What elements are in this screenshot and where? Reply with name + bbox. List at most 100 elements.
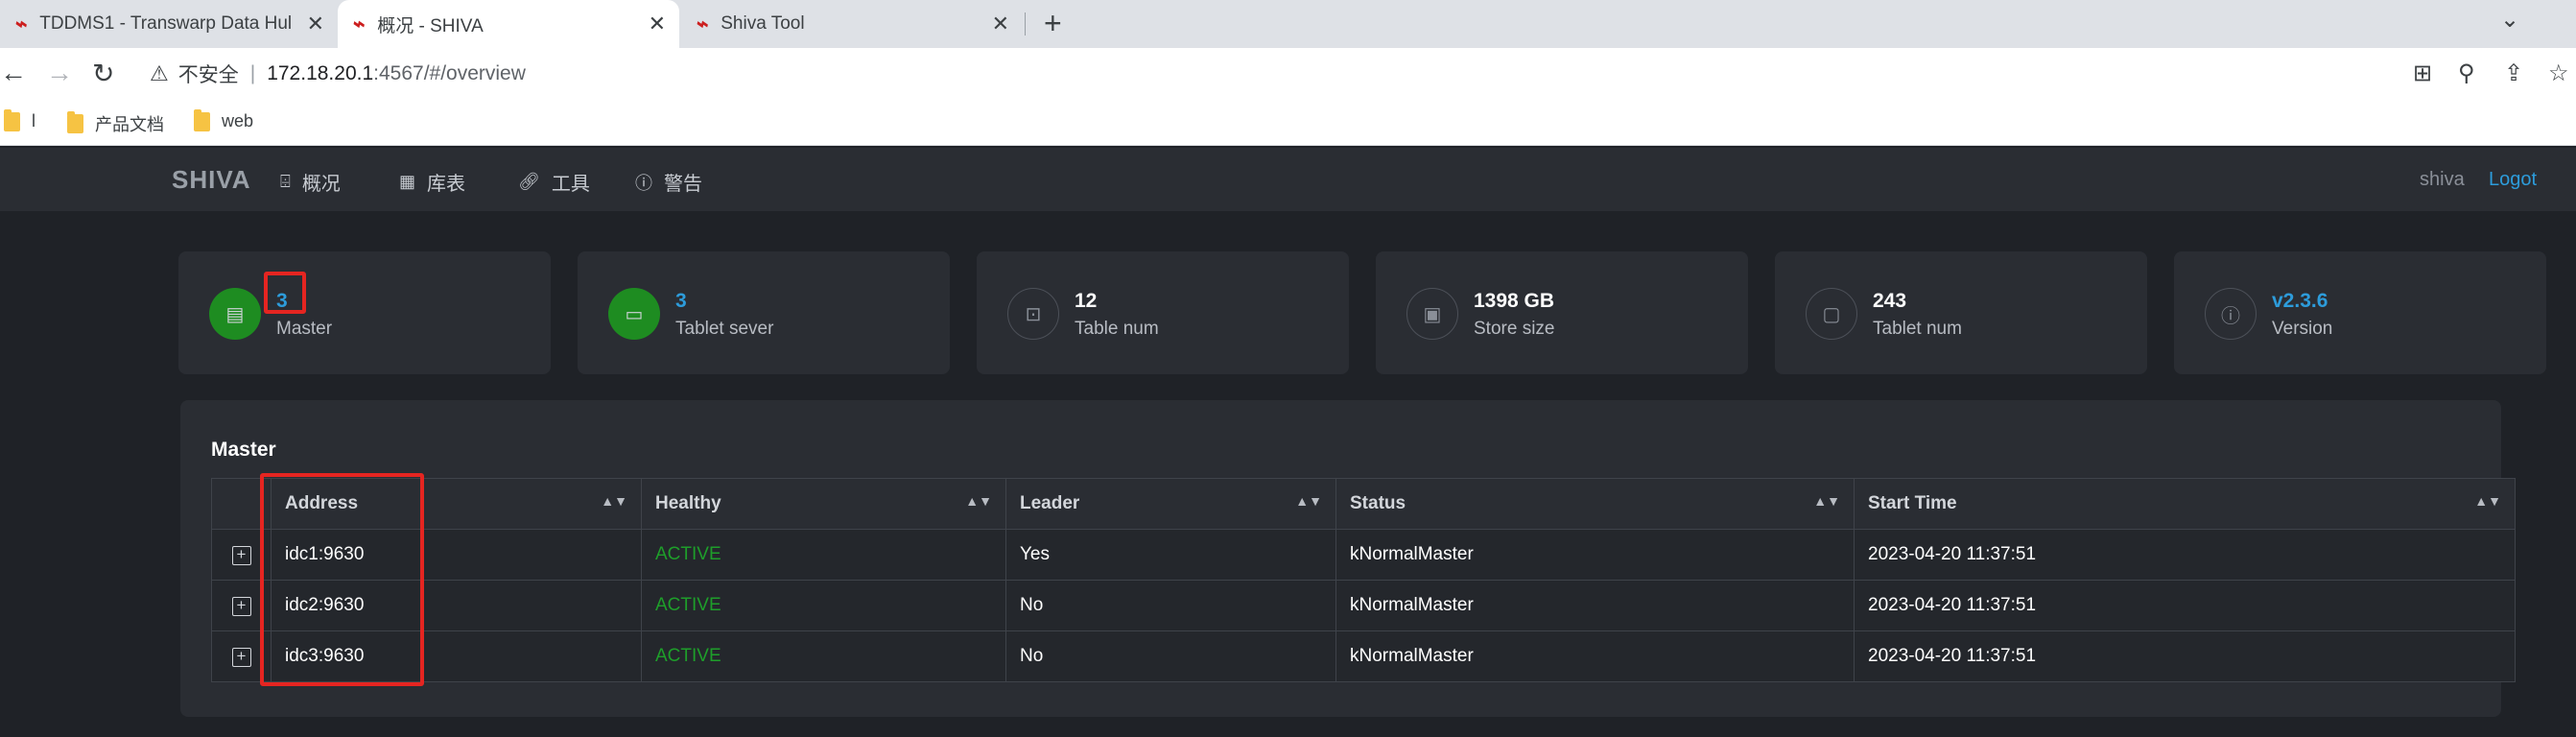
cell-start-time: 2023-04-20 11:37:51 <box>1854 580 2516 631</box>
forward-arrow-icon[interactable]: → <box>46 58 73 88</box>
chevron-down-icon[interactable]: ⌄ <box>2500 6 2519 34</box>
stat-card-tablet-num: ▢ 243 Tablet num <box>1775 251 2147 374</box>
cell-healthy: ACTIVE <box>641 580 1006 631</box>
address-divider: | <box>249 62 256 84</box>
stat-value: 1398 GB <box>1474 290 1555 312</box>
disk-icon: ▣ <box>1406 288 1458 340</box>
table-icon: ⊡ <box>1007 288 1059 340</box>
cell-status: kNormalMaster <box>1335 580 1855 631</box>
sort-icon[interactable]: ▲▼ <box>1295 493 1322 509</box>
sort-icon[interactable]: ▲▼ <box>965 493 992 509</box>
cell-start-time: 2023-04-20 11:37:51 <box>1854 529 2516 581</box>
tablet-icon: ▢ <box>1806 288 1857 340</box>
stat-card-table-num: ⊡ 12 Table num <box>977 251 1349 374</box>
column-header-status[interactable]: Status ▲▼ <box>1335 478 1855 530</box>
cell-leader: No <box>1005 630 1336 682</box>
master-table: Address ▲▼ Healthy ▲▼ Leader ▲▼ Status ▲… <box>211 478 2516 682</box>
app-header: SHIVA ⌹ 概况 ▦ 库表 🔗︎ 工具 ⓘ 警告 shiva Logot <box>0 148 2576 211</box>
close-icon[interactable]: ✕ <box>649 12 666 36</box>
logout-link[interactable]: Logot <box>2489 169 2537 191</box>
nav-tables[interactable]: ▦ 库表 <box>399 168 465 196</box>
table-row: + idc2:9630 ACTIVE No kNormalMaster 2023… <box>211 580 2516 631</box>
bookmark-star-icon[interactable]: ☆ <box>2548 59 2569 87</box>
cell-healthy: ACTIVE <box>641 630 1006 682</box>
cell-healthy: ACTIVE <box>641 529 1006 581</box>
warning-icon: ⚠ <box>150 61 169 85</box>
stat-card-version: ⓘ v2.3.6 Version <box>2174 251 2546 374</box>
folder-icon <box>67 111 83 133</box>
column-header-healthy[interactable]: Healthy ▲▼ <box>641 478 1006 530</box>
bookmark-folder-docs[interactable]: 产品文档 <box>67 111 164 136</box>
nav-alerts[interactable]: ⓘ 警告 <box>635 168 702 196</box>
bookmark-folder-web[interactable]: web <box>194 108 254 131</box>
bookmark-folder-l[interactable]: l <box>4 108 35 131</box>
stat-card-tablet-server: ▭ 3 Tablet sever <box>578 251 950 374</box>
transwarp-logo-icon: ⌁ <box>695 12 708 36</box>
table-header-row: Address ▲▼ Healthy ▲▼ Leader ▲▼ Status ▲… <box>211 478 2516 530</box>
insecure-label: 不安全 <box>177 64 239 86</box>
stat-card-master: ▤ 3 Master <box>178 251 551 374</box>
bookmark-label: l <box>32 111 35 131</box>
dashboard-icon: ⌹ <box>280 172 291 191</box>
close-icon[interactable]: ✕ <box>992 12 1009 36</box>
table-row: + idc3:9630 ACTIVE No kNormalMaster 2023… <box>211 630 2516 682</box>
stat-label: Tablet num <box>1873 319 1962 339</box>
tab-separator <box>1025 12 1026 36</box>
bookmark-label: web <box>222 111 254 131</box>
browser-tab-tddms[interactable]: ⌁ TDDMS1 - Transwarp Data Hul ✕ <box>0 0 338 48</box>
info-icon: ⓘ <box>635 173 652 193</box>
column-header-label: Start Time <box>1868 493 1957 513</box>
stat-value: v2.3.6 <box>2272 290 2328 312</box>
stat-value: 243 <box>1873 290 1907 312</box>
folder-icon <box>194 108 210 131</box>
column-header-leader[interactable]: Leader ▲▼ <box>1005 478 1336 530</box>
sort-icon[interactable]: ▲▼ <box>1813 493 1840 509</box>
tab-title: TDDMS1 - Transwarp Data Hul <box>39 13 293 34</box>
monitor-icon: ▭ <box>608 288 660 340</box>
stat-label: Store size <box>1474 319 1555 339</box>
stat-label: Master <box>276 319 333 339</box>
stat-label: Tablet sever <box>675 319 774 339</box>
expand-plus-icon[interactable]: + <box>231 546 251 565</box>
column-header-label: Status <box>1350 493 1406 513</box>
expand-plus-icon[interactable]: + <box>231 648 251 667</box>
app-brand[interactable]: SHIVA <box>172 165 251 195</box>
highlight-box-address-column <box>260 473 424 686</box>
browser-tab-shiva-tool[interactable]: ⌁ Shiva Tool ✕ <box>681 0 1023 48</box>
url-path: :4567/#/overview <box>373 62 526 84</box>
nav-label: 工具 <box>551 174 590 195</box>
share-icon[interactable]: ⇪ <box>2504 59 2523 87</box>
reload-icon[interactable]: ↻ <box>92 58 114 89</box>
nav-tools[interactable]: 🔗︎ 工具 <box>518 168 590 196</box>
sort-icon[interactable]: ▲▼ <box>2474 493 2501 509</box>
stat-value: 3 <box>675 290 687 312</box>
back-arrow-icon[interactable]: ← <box>0 58 27 88</box>
url-host: 172.18.20.1 <box>267 62 374 84</box>
master-panel-title: Master <box>211 439 276 461</box>
folder-icon <box>4 108 20 131</box>
nav-overview[interactable]: ⌹ 概况 <box>280 168 341 196</box>
translate-icon[interactable]: ⊞ <box>2413 59 2432 87</box>
tab-title: Shiva Tool <box>721 13 805 34</box>
expand-plus-icon[interactable]: + <box>231 597 251 616</box>
column-header-label: Leader <box>1020 493 1080 513</box>
browser-tab-bar: ⌁ TDDMS1 - Transwarp Data Hul ✕ ⌁ 概况 - S… <box>0 0 2576 48</box>
stat-label: Version <box>2272 319 2333 339</box>
browser-toolbar: ← → ↻ ⚠ 不安全 | 172.18.20.1 :4567/#/overvi… <box>0 48 2576 102</box>
nav-label: 警告 <box>664 174 702 195</box>
browser-tab-shiva[interactable]: ⌁ 概况 - SHIVA ✕ <box>338 0 679 48</box>
nav-label: 概况 <box>301 174 341 195</box>
column-header-label: Healthy <box>655 493 721 513</box>
new-tab-button[interactable]: + <box>1044 6 1062 41</box>
user-name: shiva <box>2420 169 2465 190</box>
tab-title: 概况 - SHIVA <box>377 15 484 36</box>
zoom-icon[interactable]: ⚲ <box>2458 59 2475 87</box>
sort-icon[interactable]: ▲▼ <box>601 493 627 509</box>
close-icon[interactable]: ✕ <box>307 12 324 36</box>
highlight-box-master-count <box>264 272 306 314</box>
column-header-start-time[interactable]: Start Time ▲▼ <box>1854 478 2516 530</box>
address-bar[interactable]: ⚠ 不安全 | 172.18.20.1 :4567/#/overview <box>150 59 526 88</box>
cell-start-time: 2023-04-20 11:37:51 <box>1854 630 2516 682</box>
bookmarks-bar: l 产品文档 web <box>0 102 2576 146</box>
stat-label: Table num <box>1075 319 1159 339</box>
